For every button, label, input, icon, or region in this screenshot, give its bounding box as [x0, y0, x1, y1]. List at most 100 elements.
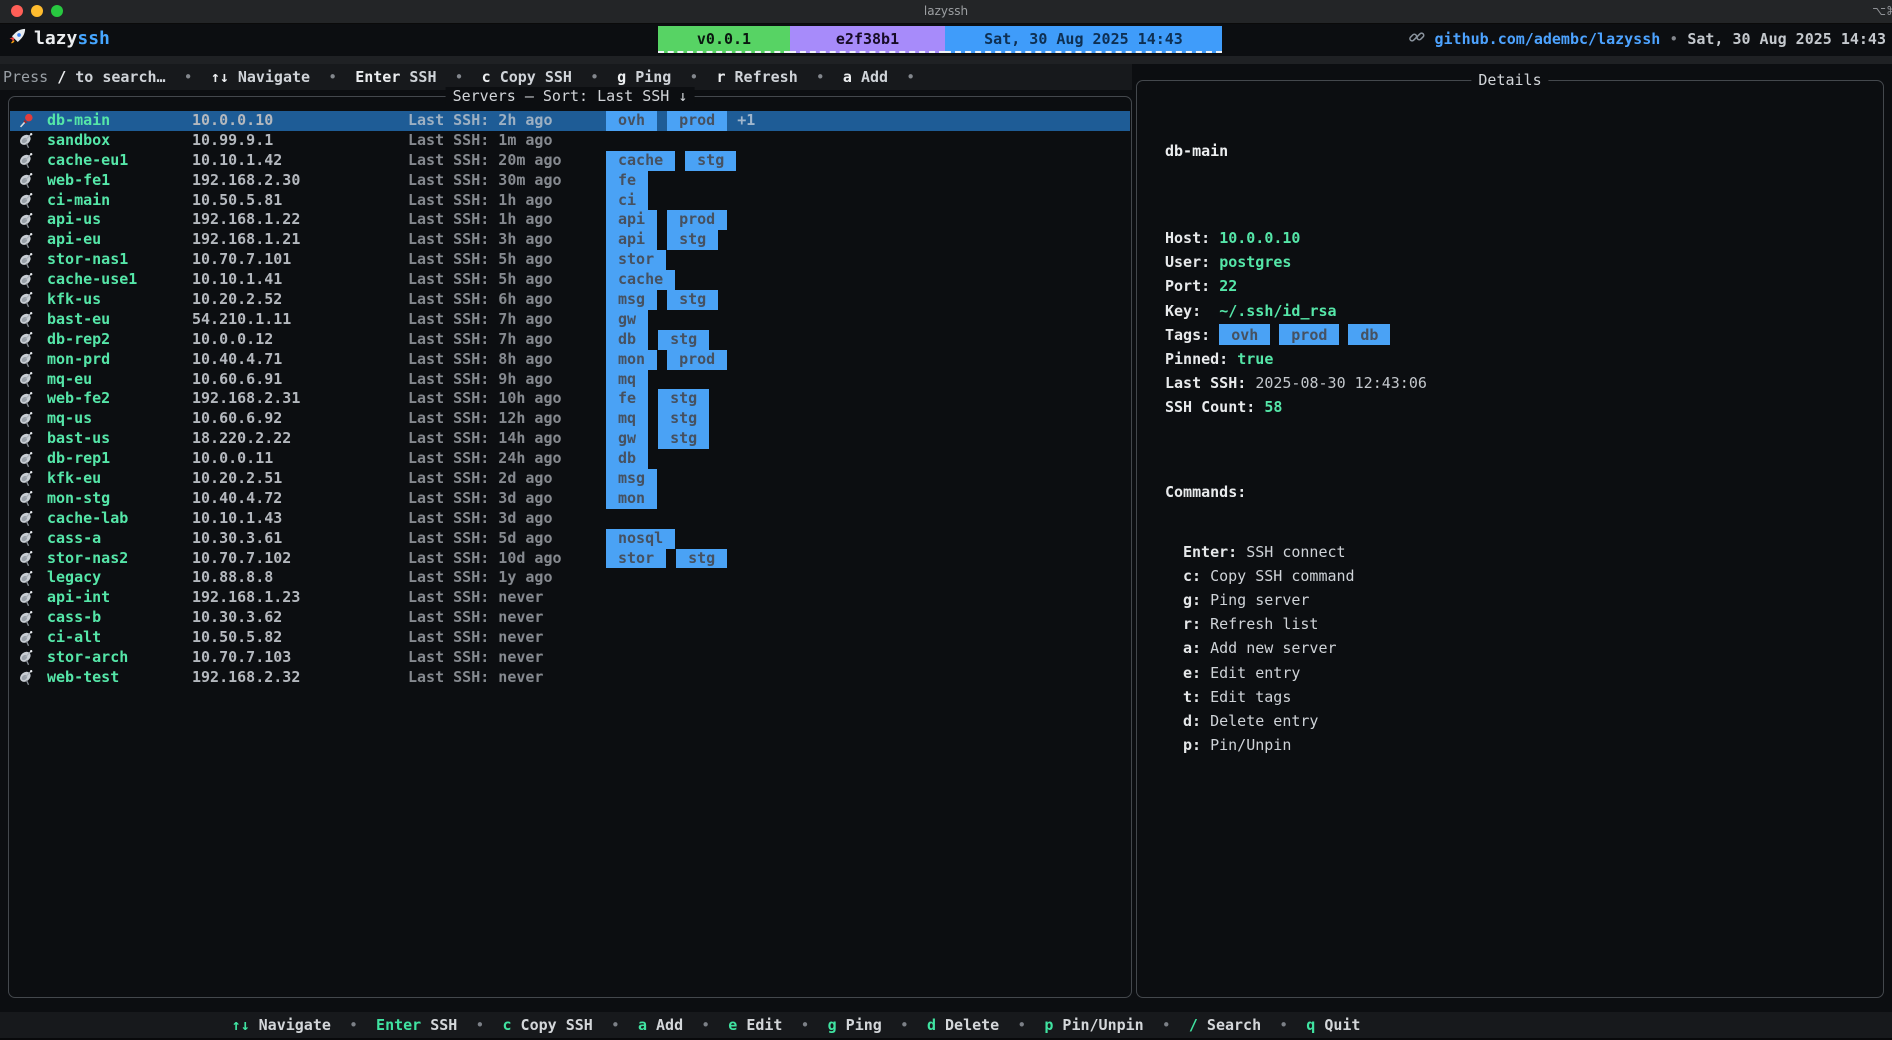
command-item: e: Edit entry	[1165, 661, 1869, 685]
server-ip: 10.50.5.82	[192, 628, 282, 648]
server-row-web-test[interactable]: web-test192.168.2.32Last SSH: never	[10, 668, 1130, 688]
commands-list: Enter: SSH connectc: Copy SSH commandg: …	[1165, 540, 1869, 758]
server-name: mon-stg	[47, 489, 110, 509]
server-last-ssh: Last SSH: 1h ago	[408, 191, 553, 211]
hint-key: a	[638, 1016, 647, 1034]
server-row-mq-eu[interactable]: mq-eu10.60.6.91Last SSH: 9h agomq	[10, 370, 1130, 390]
server-row-web-fe1[interactable]: web-fe1192.168.2.30Last SSH: 30m agofe	[10, 171, 1130, 191]
server-name: legacy	[47, 568, 101, 588]
server-row-ci-alt[interactable]: ci-alt10.50.5.82Last SSH: never	[10, 628, 1130, 648]
server-row-kfk-us[interactable]: kfk-us10.20.2.52Last SSH: 6h agomsgstg	[10, 290, 1130, 310]
command-key: p:	[1183, 736, 1201, 754]
server-name: bast-us	[47, 429, 110, 449]
servers-panel-title: Servers — Sort: Last SSH ↓	[446, 87, 695, 105]
command-key: c:	[1183, 567, 1201, 585]
server-row-mon-stg[interactable]: mon-stg10.40.4.72Last SSH: 3d agomon	[10, 489, 1130, 509]
tag-badge: stg	[658, 409, 709, 429]
detail-label: SSH Count:	[1165, 395, 1255, 419]
detail-field: Port: 22	[1165, 274, 1869, 298]
server-row-stor-arch[interactable]: stor-arch10.70.7.103Last SSH: never	[10, 648, 1130, 668]
satellite-icon	[18, 529, 38, 549]
server-last-ssh: Last SSH: never	[408, 628, 543, 648]
tag-overflow: +1	[737, 111, 755, 131]
server-row-cass-a[interactable]: cass-a10.30.3.61Last SSH: 5d agonosql	[10, 529, 1130, 549]
tag-badge: cache	[606, 151, 675, 171]
server-ip: 10.30.3.62	[192, 608, 282, 628]
server-row-legacy[interactable]: legacy10.88.8.8Last SSH: 1y ago	[10, 568, 1130, 588]
header-divider	[0, 56, 1892, 64]
server-row-db-main[interactable]: db-main10.0.0.10Last SSH: 2h agoovhprod+…	[10, 111, 1130, 131]
server-row-db-rep2[interactable]: db-rep210.0.0.12Last SSH: 7h agodbstg	[10, 330, 1130, 350]
hint-label: Add	[861, 68, 888, 86]
tag-badge: fe	[606, 171, 648, 191]
satellite-icon	[18, 429, 38, 449]
hint-label: Search	[1207, 1016, 1261, 1034]
hint-key: e	[728, 1016, 737, 1034]
tag-badge: stg	[676, 549, 727, 569]
server-name: api-int	[47, 588, 110, 608]
separator: •	[310, 68, 355, 86]
tag-badge: stg	[658, 429, 709, 449]
server-row-mq-us[interactable]: mq-us10.60.6.92Last SSH: 12h agomqstg	[10, 409, 1130, 429]
repo-link[interactable]: github.com/adembc/lazyssh	[1435, 30, 1661, 48]
servers-panel: Servers — Sort: Last SSH ↓ db-main10.0.0…	[8, 96, 1132, 998]
server-ip: 10.20.2.52	[192, 290, 282, 310]
server-row-bast-us[interactable]: bast-us18.220.2.22Last SSH: 14h agogwstg	[10, 429, 1130, 449]
command-item: c: Copy SSH command	[1165, 564, 1869, 588]
satellite-icon	[18, 568, 38, 588]
server-row-kfk-eu[interactable]: kfk-eu10.20.2.51Last SSH: 2d agomsg	[10, 469, 1130, 489]
rocket-icon	[8, 27, 27, 50]
server-tags: dbstg	[606, 330, 719, 350]
hint-label: Navigate	[238, 68, 310, 86]
server-tags: apistg	[606, 230, 728, 250]
server-row-sandbox[interactable]: sandbox10.99.9.1Last SSH: 1m ago	[10, 131, 1130, 151]
server-row-db-rep1[interactable]: db-rep110.0.0.11Last SSH: 24h agodb	[10, 449, 1130, 469]
separator: •	[457, 1016, 502, 1034]
server-row-web-fe2[interactable]: web-fe2192.168.2.31Last SSH: 10h agofest…	[10, 389, 1130, 409]
command-item: Enter: SSH connect	[1165, 540, 1869, 564]
server-row-api-eu[interactable]: api-eu192.168.1.21Last SSH: 3h agoapistg	[10, 230, 1130, 250]
detail-value: 22	[1219, 274, 1237, 298]
command-key: e:	[1183, 664, 1201, 682]
detail-label: Pinned:	[1165, 347, 1228, 371]
server-row-cass-b[interactable]: cass-b10.30.3.62Last SSH: never	[10, 608, 1130, 628]
separator: •	[671, 68, 716, 86]
hint-key: r	[716, 68, 725, 86]
server-last-ssh: Last SSH: 3d ago	[408, 489, 553, 509]
detail-value: postgres	[1219, 250, 1291, 274]
command-item: a: Add new server	[1165, 636, 1869, 660]
server-row-ci-main[interactable]: ci-main10.50.5.81Last SSH: 1h agoci	[10, 191, 1130, 211]
server-row-cache-lab[interactable]: cache-lab10.10.1.43Last SSH: 3d ago	[10, 509, 1130, 529]
server-name: db-main	[47, 111, 110, 131]
hint-label: Pin/Unpin	[1062, 1016, 1143, 1034]
server-row-cache-eu1[interactable]: cache-eu110.10.1.42Last SSH: 20m agocach…	[10, 151, 1130, 171]
server-row-stor-nas2[interactable]: stor-nas210.70.7.102Last SSH: 10d agosto…	[10, 549, 1130, 569]
detail-field: Key: ~/.ssh/id_rsa	[1165, 299, 1869, 323]
tag-badge: db	[606, 449, 648, 469]
tag-badge: mon	[606, 489, 657, 509]
detail-label: Last SSH:	[1165, 371, 1246, 395]
status-bar: ↑↓ Navigate • Enter SSH • c Copy SSH • a…	[0, 1012, 1892, 1038]
server-row-bast-eu[interactable]: bast-eu54.210.1.11Last SSH: 7h agogw	[10, 310, 1130, 330]
satellite-icon	[18, 330, 38, 350]
server-row-mon-prd[interactable]: mon-prd10.40.4.71Last SSH: 8h agomonprod	[10, 350, 1130, 370]
command-desc: Refresh list	[1201, 615, 1318, 633]
hint-label: Ping	[635, 68, 671, 86]
satellite-icon	[18, 290, 38, 310]
server-row-api-int[interactable]: api-int192.168.1.23Last SSH: never	[10, 588, 1130, 608]
server-last-ssh: Last SSH: 10h ago	[408, 389, 562, 409]
hint-label: Navigate	[259, 1016, 331, 1034]
window-shortcut-hint: ⌥⌘	[1872, 4, 1892, 18]
server-last-ssh: Last SSH: never	[408, 668, 543, 688]
separator: •	[437, 68, 482, 86]
server-tags: mon	[606, 489, 667, 509]
hint-key: c	[502, 1016, 511, 1034]
details-panel: Details db-main Host: 10.0.0.10User: pos…	[1136, 80, 1884, 998]
server-tags: apiprod	[606, 210, 737, 230]
server-ip: 192.168.1.22	[192, 210, 300, 230]
server-row-api-us[interactable]: api-us192.168.1.22Last SSH: 1h agoapipro…	[10, 210, 1130, 230]
hint-key: /	[1189, 1016, 1198, 1034]
server-row-cache-use1[interactable]: cache-use110.10.1.41Last SSH: 5h agocach…	[10, 270, 1130, 290]
server-row-stor-nas1[interactable]: stor-nas110.70.7.101Last SSH: 5h agostor	[10, 250, 1130, 270]
tag-badge: api	[606, 210, 657, 230]
